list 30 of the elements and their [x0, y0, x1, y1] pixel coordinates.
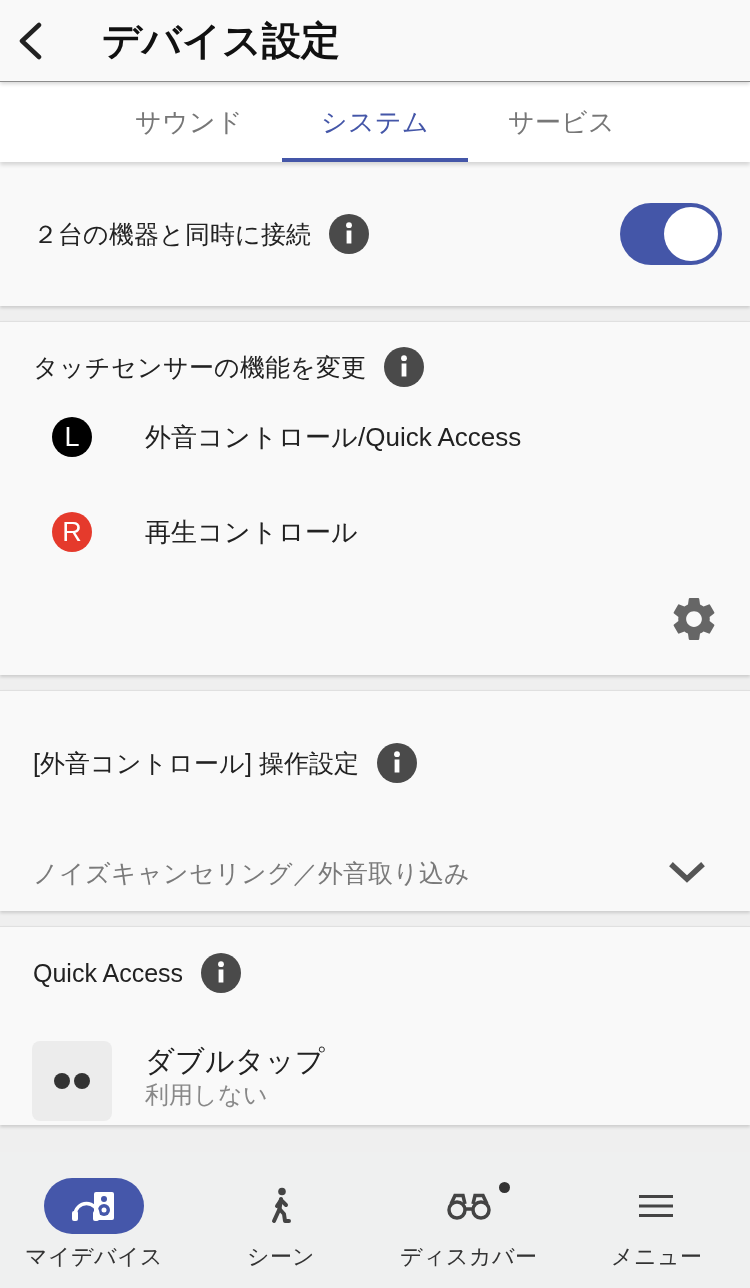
caret-icon — [669, 862, 705, 884]
info-icon[interactable] — [329, 214, 369, 254]
tab[interactable]: サービス — [468, 82, 654, 162]
setting-value: 利用しない — [145, 1080, 269, 1110]
nav-button[interactable]: マイデバイス — [0, 1152, 188, 1288]
side-badge: L — [52, 416, 92, 457]
side-badge: R — [52, 511, 92, 552]
setting-name[interactable]: ダブルタップ — [145, 1043, 325, 1079]
settings-icon[interactable] — [673, 598, 715, 640]
nav-button[interactable]: メニュー — [562, 1152, 750, 1288]
dropdown[interactable]: ノイズキャンセリング／外音取り込み — [33, 843, 705, 903]
tab[interactable]: サウンド — [96, 82, 282, 162]
two-dots-icon — [32, 1041, 112, 1121]
nav-button[interactable]: シーン — [187, 1152, 375, 1288]
function-label[interactable]: 外音コントロール/Quick Access — [145, 418, 522, 455]
nav-button[interactable]: ディスカバー — [375, 1152, 563, 1288]
section-title: タッチセンサーの機能を変更 — [33, 352, 366, 383]
section-title: [外音コントロール] 操作設定 — [33, 748, 359, 779]
info-icon[interactable] — [376, 743, 417, 783]
function-label[interactable]: 再生コントロール — [145, 513, 358, 550]
headphones-speaker-icon — [43, 1178, 144, 1234]
section-title: ２台の機器と同時に接続 — [33, 219, 311, 250]
binoculars-icon — [446, 1192, 491, 1220]
menu-icon — [639, 1194, 674, 1218]
info-icon[interactable] — [201, 953, 242, 993]
page-title: デバイス設定 — [102, 17, 340, 64]
back-icon[interactable] — [17, 21, 43, 60]
info-icon[interactable] — [384, 347, 424, 387]
walking-person-icon — [269, 1187, 294, 1225]
section-title: Quick Access — [33, 958, 184, 989]
